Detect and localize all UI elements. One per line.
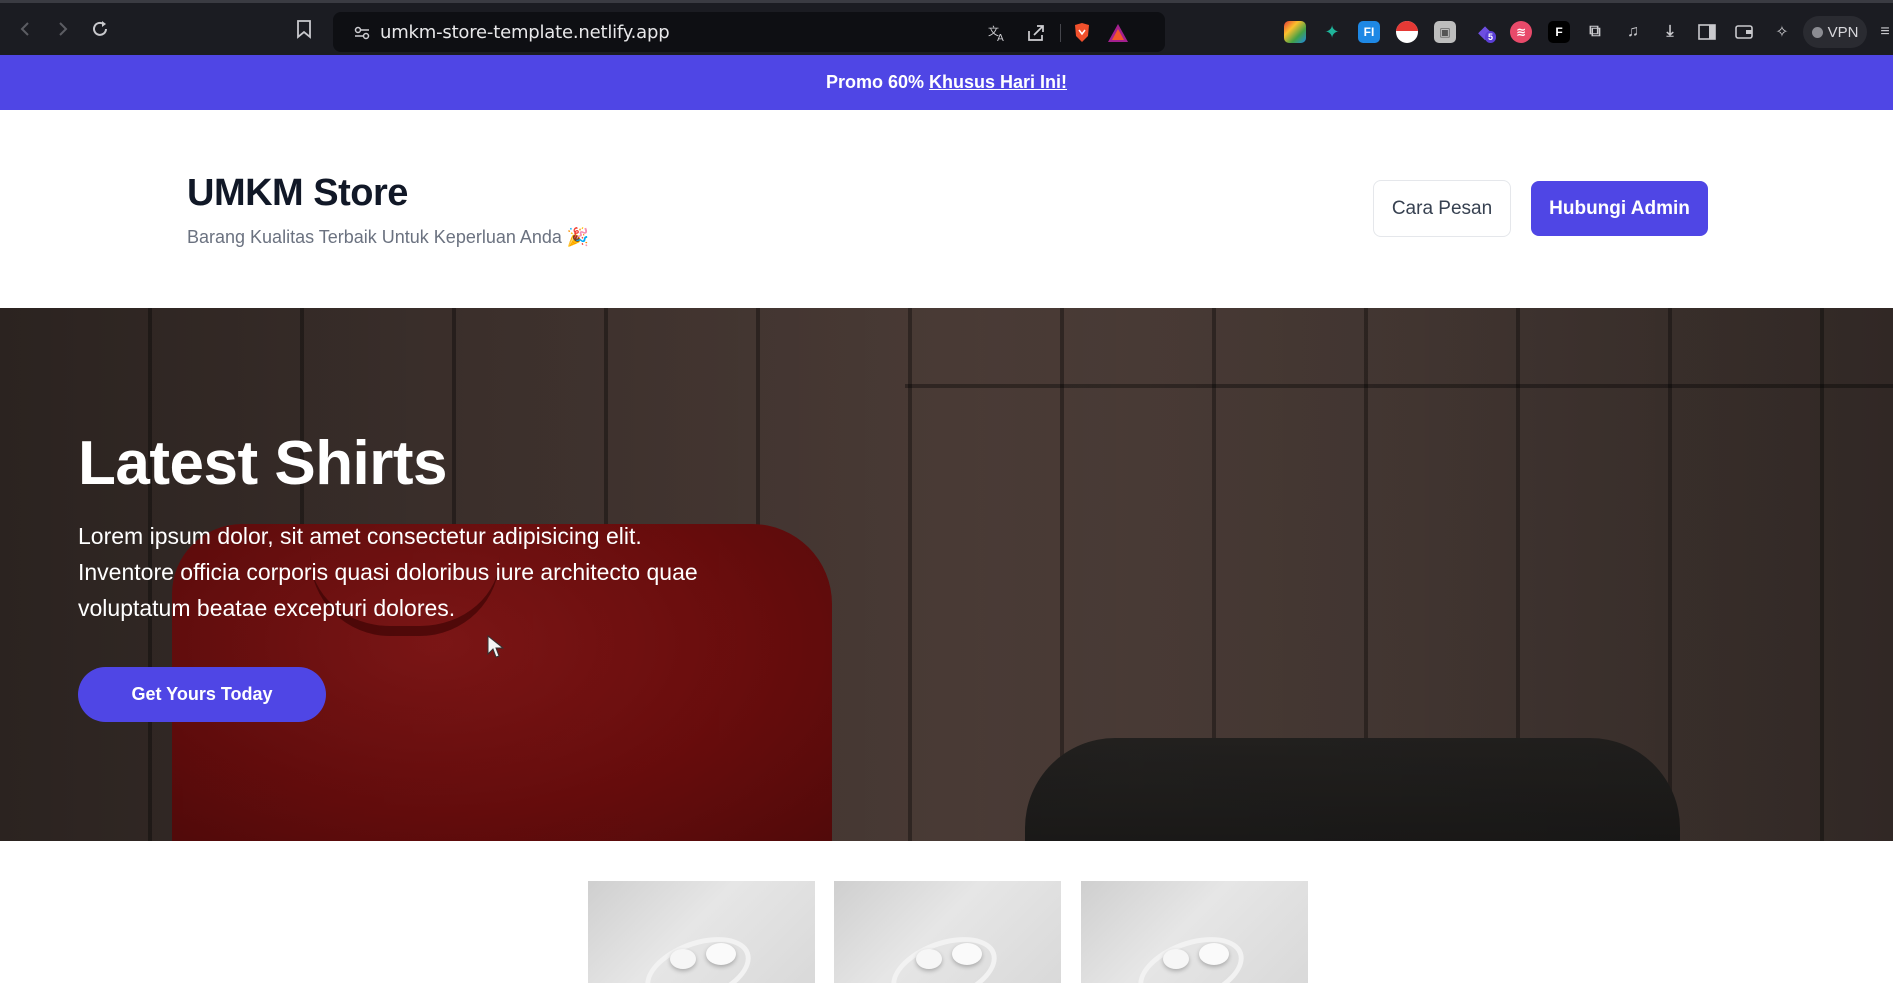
- earbuds-cable: [882, 923, 1006, 983]
- url-text[interactable]: umkm-store-template.netlify.app: [380, 22, 670, 43]
- contact-admin-button[interactable]: Hubungi Admin: [1531, 181, 1708, 236]
- brave-shield-icon[interactable]: [1071, 22, 1093, 44]
- menu-icon[interactable]: ≡: [1874, 21, 1893, 43]
- extension-gray-icon[interactable]: ▣: [1434, 21, 1456, 43]
- earbud: [1163, 949, 1189, 969]
- address-bar[interactable]: umkm-store-template.netlify.app 文A: [333, 12, 1165, 52]
- product-card-image[interactable]: [834, 881, 1061, 983]
- site-settings-icon[interactable]: [351, 22, 373, 44]
- reload-icon[interactable]: [88, 17, 112, 41]
- sidebar-icon[interactable]: [1696, 21, 1718, 43]
- how-to-order-button[interactable]: Cara Pesan: [1373, 180, 1511, 237]
- hero-section: Latest Shirts Lorem ipsum dolor, sit ame…: [0, 308, 1893, 841]
- earbuds-cable: [636, 923, 760, 983]
- divider: [1060, 24, 1061, 42]
- earbud: [952, 943, 982, 965]
- extension-badge-icon[interactable]: ◆ 5: [1474, 21, 1497, 43]
- hero-title: Latest Shirts: [78, 429, 448, 498]
- wallet-icon[interactable]: [1733, 21, 1755, 43]
- extensions-puzzle-icon[interactable]: ⧉: [1584, 21, 1606, 43]
- site-header: UMKM Store Barang Kualitas Terbaik Untuk…: [0, 110, 1893, 308]
- extension-pink-icon[interactable]: ≋: [1510, 21, 1532, 43]
- earbud: [1199, 943, 1229, 965]
- promo-banner: Promo 60% Khusus Hari Ini!: [0, 55, 1893, 110]
- browser-toolbar: umkm-store-template.netlify.app 文A ✦ FI …: [0, 0, 1893, 55]
- promo-link[interactable]: Khusus Hari Ini!: [929, 72, 1067, 93]
- vpn-button[interactable]: VPN: [1803, 16, 1867, 48]
- extension-bird-icon[interactable]: ✦: [1321, 21, 1343, 43]
- extension-pokeball-icon[interactable]: [1396, 21, 1418, 43]
- svg-text:A: A: [997, 33, 1004, 43]
- vpn-label: VPN: [1827, 23, 1859, 41]
- media-icon[interactable]: ♫: [1622, 21, 1644, 43]
- extension-colorful-icon[interactable]: [1284, 21, 1306, 43]
- translate-icon[interactable]: 文A: [986, 22, 1008, 44]
- extension-badge-count: 5: [1485, 31, 1497, 43]
- download-icon[interactable]: ⤓: [1659, 21, 1681, 43]
- extension-f-icon[interactable]: F: [1548, 21, 1570, 43]
- extension-fi-icon[interactable]: FI: [1358, 21, 1380, 43]
- promo-text: Promo 60%: [825, 72, 925, 92]
- earbud: [670, 949, 696, 969]
- mouse-cursor-icon: [487, 634, 505, 658]
- back-icon[interactable]: [14, 17, 38, 41]
- share-icon[interactable]: [1025, 22, 1047, 44]
- get-yours-today-button[interactable]: Get Yours Today: [78, 667, 326, 722]
- store-tagline: Barang Kualitas Terbaik Untuk Keperluan …: [187, 227, 590, 247]
- vpn-status-icon: [1811, 26, 1823, 38]
- product-card-image[interactable]: [588, 881, 815, 983]
- brave-rewards-icon[interactable]: [1107, 22, 1129, 44]
- hero-description: Lorem ipsum dolor, sit amet consectetur …: [78, 523, 698, 621]
- earbuds-cable: [1129, 923, 1253, 983]
- product-grid: [0, 841, 1893, 983]
- forward-icon[interactable]: [50, 17, 74, 41]
- earbud: [916, 949, 942, 969]
- store-title[interactable]: UMKM Store: [187, 172, 408, 215]
- bookmark-icon[interactable]: [292, 17, 316, 41]
- product-card-image[interactable]: [1081, 881, 1308, 983]
- earbud: [706, 943, 736, 965]
- leo-ai-icon[interactable]: ✧: [1771, 21, 1793, 43]
